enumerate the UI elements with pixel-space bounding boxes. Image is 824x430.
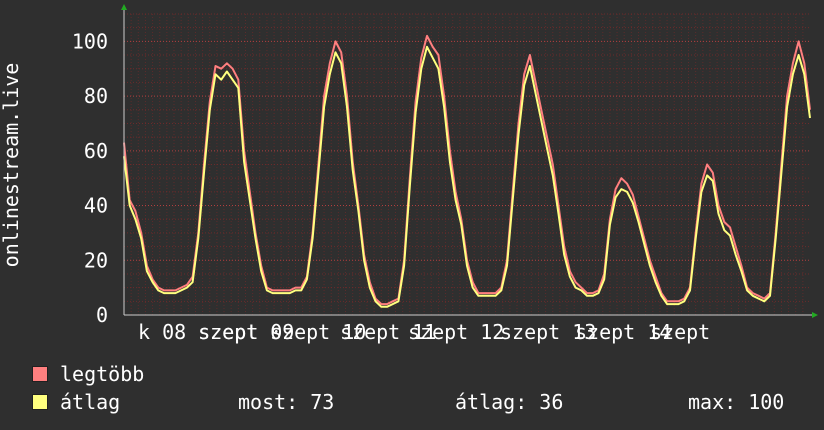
y-tick-label: 0: [96, 303, 108, 327]
y-axis-label: onlinestream.live: [0, 63, 23, 268]
stat-most: most: 73: [238, 390, 335, 414]
tick-labels: 020406080100k 08 szeptszept 09szept 10sz…: [72, 29, 710, 344]
chart: 020406080100k 08 szeptszept 09szept 10sz…: [0, 4, 818, 344]
y-axis-arrow: [121, 4, 127, 10]
x-tick-label: szept: [650, 320, 710, 344]
y-tick-label: 40: [84, 194, 108, 218]
y-tick-label: 100: [72, 29, 108, 53]
legend-item-legtobb: legtöbb: [32, 362, 145, 386]
x-axis-arrow: [812, 312, 818, 318]
legend-swatch-atlag: [32, 394, 48, 410]
legend-swatch-legtobb: [32, 366, 48, 382]
y-tick-label: 20: [84, 248, 108, 272]
stat-atlag: átlag: 36: [455, 390, 564, 414]
legend-item-atlag: átlag: [32, 390, 121, 414]
legend-label-atlag: átlag: [60, 390, 121, 414]
legend-label-legtobb: legtöbb: [60, 362, 145, 386]
y-tick-label: 80: [84, 84, 108, 108]
series-layer: [123, 34, 811, 308]
y-tick-label: 60: [84, 139, 108, 163]
x-tick-label: szept 12: [408, 320, 504, 344]
stat-max: max: 100: [688, 390, 785, 414]
